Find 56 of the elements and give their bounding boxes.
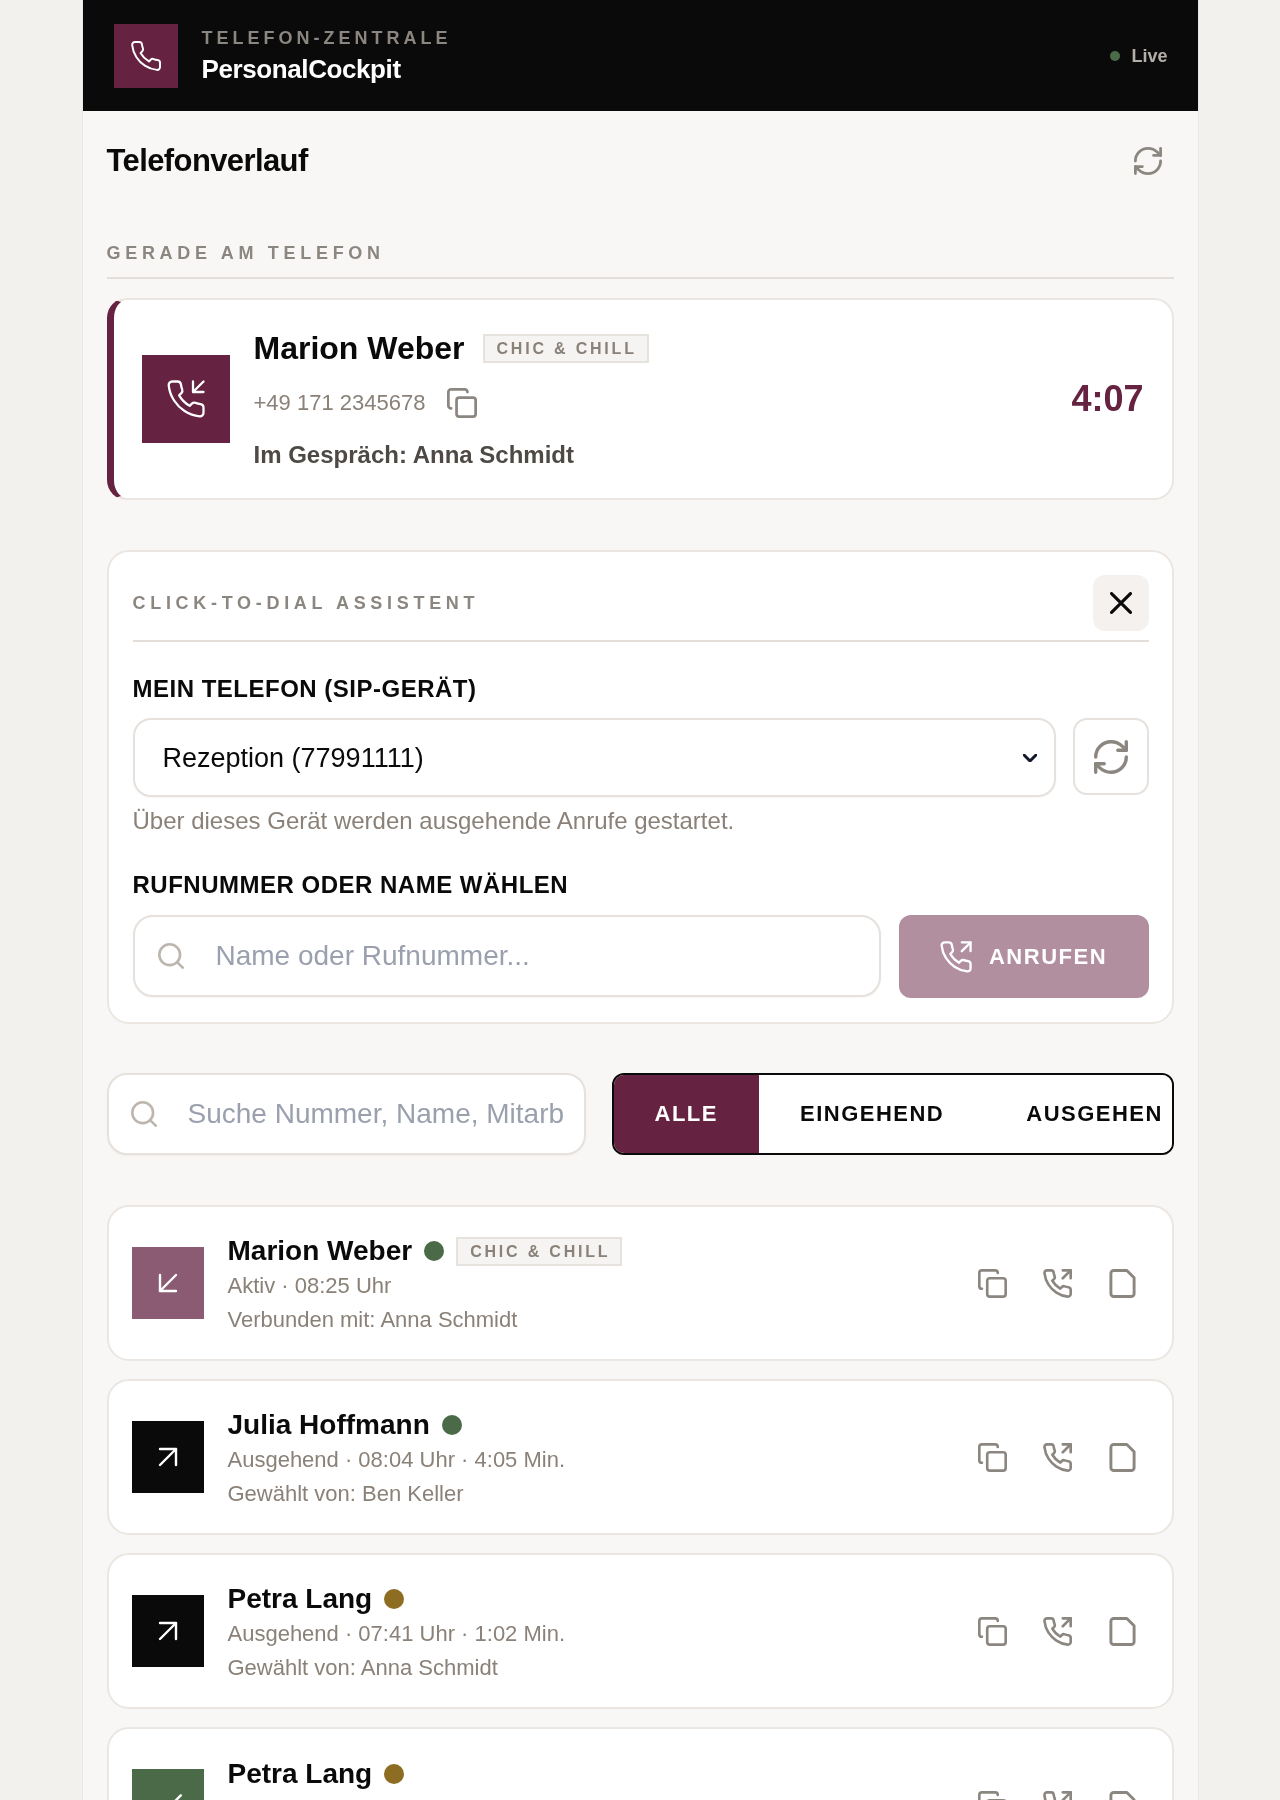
arrow-up-right-icon	[131, 1421, 204, 1493]
history-search-field[interactable]: Suche Nummer, Name, Mitarb	[106, 1073, 586, 1155]
close-icon	[1109, 592, 1132, 614]
call-detail: Im Gespräch: Anna Schmidt	[253, 442, 574, 468]
copy-icon	[447, 388, 478, 418]
call-detail: Gewählt von: Anna Schmidt	[227, 1654, 498, 1682]
document-icon	[1107, 1442, 1137, 1472]
filter-tab[interactable]: ALLE	[613, 1075, 759, 1153]
device-select[interactable]: Rezeption (77991111)	[132, 718, 1056, 797]
phone-outgoing-icon	[1042, 1442, 1072, 1472]
caller-name: Petra Lang	[227, 1582, 373, 1616]
call-detail: Verbunden mit: Anna Schmidt	[227, 1306, 518, 1334]
arrow-up-right-icon	[131, 1595, 204, 1667]
phone-incoming-icon	[141, 355, 230, 443]
field-hint: Über dieses Gerät werden ausgehende Anrufe gestartet.	[132, 808, 735, 834]
refresh-button[interactable]	[1133, 147, 1162, 175]
dial-input[interactable]: Name oder Rufnummer...	[132, 915, 881, 997]
call-duration: 4:07	[1071, 379, 1144, 419]
phone-number: +49 171 2345678	[253, 390, 426, 416]
company-tag: CHIC & CHILL	[482, 333, 649, 363]
call-meta: Ausgehend · 08:04 Uhr · 4:05 Min.	[227, 1446, 566, 1474]
phone-icon	[113, 23, 178, 88]
arrow-down-left-icon	[131, 1247, 204, 1319]
section-heading: GERADE AM TELEFON	[106, 243, 385, 263]
refresh-button[interactable]	[1072, 718, 1149, 795]
status-label: Live	[1131, 44, 1168, 67]
search-icon	[130, 1101, 157, 1127]
caller-name: Petra Lang	[227, 1757, 373, 1791]
refresh-icon	[1093, 739, 1128, 774]
copy-button[interactable]	[447, 388, 478, 418]
call-meta: Ausgehend · 07:41 Uhr · 1:02 Min.	[227, 1620, 566, 1648]
call-meta: Aktiv · 08:25 Uhr	[227, 1272, 392, 1300]
copy-icon	[977, 1442, 1007, 1472]
call-detail: Gewählt von: Ben Keller	[227, 1480, 464, 1508]
phone-outgoing-icon	[939, 940, 972, 973]
dialer-title: CLICK-TO-DIAL ASSISTENT	[132, 593, 480, 613]
status-dot-icon	[1110, 50, 1121, 61]
document-icon	[1107, 1616, 1137, 1646]
caller-name: Julia Hoffmann	[227, 1408, 430, 1442]
page-title: Telefonverlauf	[106, 142, 308, 180]
document-icon	[1107, 1268, 1137, 1298]
company-tag: CHIC & CHILL	[456, 1236, 623, 1266]
copy-icon	[977, 1616, 1007, 1646]
caller-name: Marion Weber	[227, 1234, 413, 1268]
app-title: PersonalCockpit	[201, 53, 401, 84]
close-button[interactable]	[1092, 575, 1149, 631]
phone-outgoing-icon	[1042, 1268, 1072, 1298]
caller-name: Marion Weber	[253, 330, 465, 366]
refresh-icon	[1133, 147, 1162, 175]
phone-outgoing-icon	[1042, 1616, 1072, 1646]
field-label: MEIN TELEFON (SIP-GERÄT)	[132, 677, 477, 701]
app-overline: TELEFON-ZENTRALE	[201, 27, 452, 48]
field-label: RUFNUMMER ODER NAME WÄHLEN	[132, 873, 569, 897]
chevron-down-icon	[1022, 753, 1037, 762]
copy-icon	[977, 1268, 1007, 1298]
search-icon	[157, 943, 184, 969]
